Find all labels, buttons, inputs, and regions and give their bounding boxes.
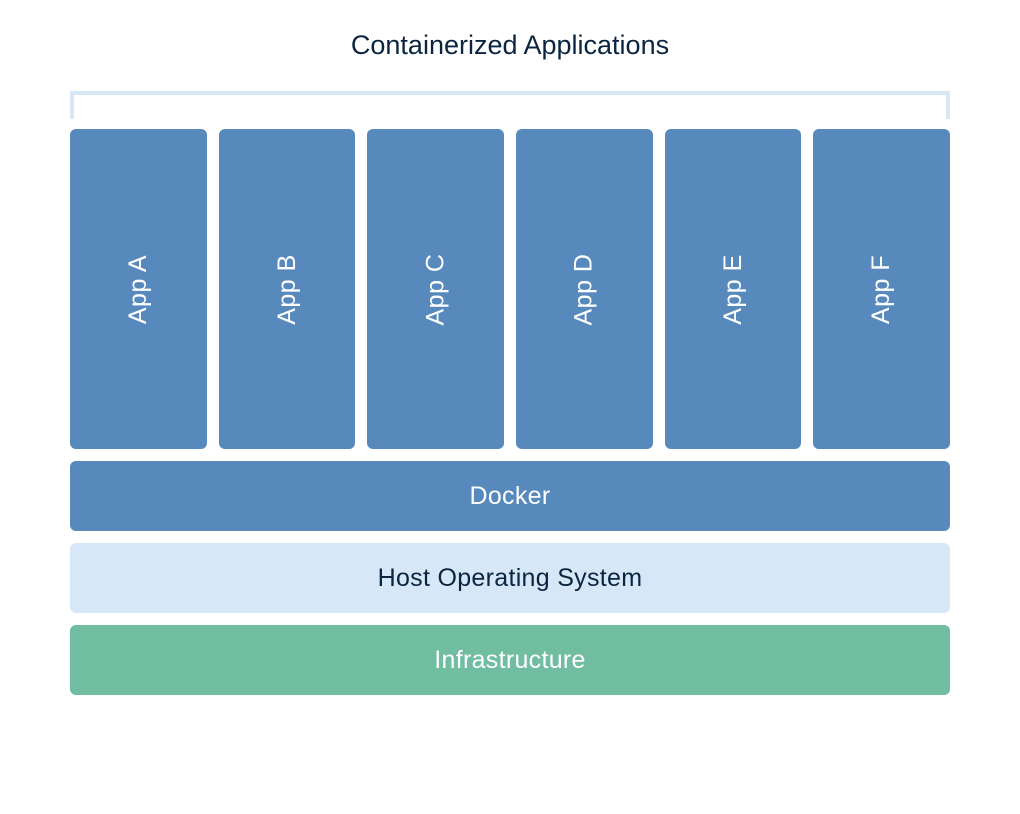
- host-os-label: Host Operating System: [378, 564, 643, 593]
- app-box-d: App D: [516, 129, 653, 449]
- host-os-layer: Host Operating System: [70, 543, 950, 613]
- docker-layer: Docker: [70, 461, 950, 531]
- app-box-a: App A: [70, 129, 207, 449]
- app-box-c: App C: [367, 129, 504, 449]
- apps-row: App A App B App C App D App E App F: [70, 129, 950, 449]
- app-box-b: App B: [219, 129, 356, 449]
- docker-label: Docker: [470, 482, 551, 511]
- app-label-c: App C: [421, 253, 450, 325]
- apps-bracket: [70, 91, 950, 119]
- diagram-title: Containerized Applications: [70, 30, 950, 61]
- app-box-f: App F: [813, 129, 950, 449]
- app-label-b: App B: [273, 254, 302, 325]
- app-label-a: App A: [124, 254, 153, 323]
- infrastructure-label: Infrastructure: [434, 646, 585, 675]
- app-label-d: App D: [570, 253, 599, 325]
- app-box-e: App E: [665, 129, 802, 449]
- diagram-container: Containerized Applications App A App B A…: [70, 30, 950, 695]
- app-label-e: App E: [719, 254, 748, 325]
- infrastructure-layer: Infrastructure: [70, 625, 950, 695]
- app-label-f: App F: [867, 254, 896, 323]
